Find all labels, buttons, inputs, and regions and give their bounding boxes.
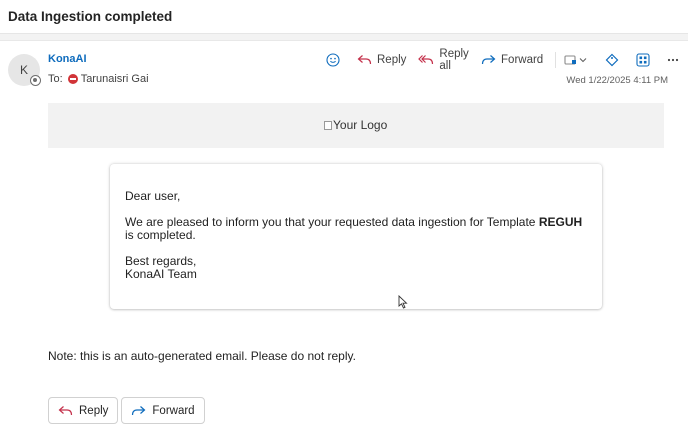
subject-bar: Data Ingestion completed — [0, 0, 688, 34]
message-toolbar: Reply Reply all Forward — [326, 48, 688, 72]
reply-all-label: Reply all — [439, 48, 469, 72]
more-icon — [667, 58, 679, 62]
team-name: KonaAI Team — [125, 267, 197, 281]
reply-all-button[interactable]: Reply all — [418, 48, 469, 72]
body-text-prefix: We are pleased to inform you that your r… — [125, 215, 536, 229]
logo-image: Your Logo — [324, 118, 387, 132]
quick-forward-label: Forward — [152, 404, 195, 417]
apps-button[interactable] — [636, 53, 655, 67]
reply-icon — [357, 54, 372, 66]
tag-button[interactable] — [605, 53, 624, 67]
message-card: Dear user, We are pleased to inform you … — [110, 164, 602, 309]
presence-status-icon — [30, 75, 41, 86]
quick-reply-button[interactable]: Reply — [48, 397, 119, 424]
reply-button[interactable]: Reply — [357, 54, 406, 66]
body-text-suffix: is completed. — [125, 228, 196, 242]
quick-reply-label: Reply — [79, 404, 109, 417]
logo-alt-text: Your Logo — [333, 118, 388, 132]
to-label: To: — [48, 73, 63, 85]
recipient-line: To: Tarunaisri Gai — [48, 73, 149, 85]
reply-icon — [58, 405, 73, 417]
sender-name[interactable]: KonaAI — [48, 53, 87, 65]
emoji-button[interactable] — [326, 53, 345, 67]
signature: Best regards, KonaAI Team — [125, 255, 587, 281]
teams-share-button[interactable] — [564, 54, 593, 66]
broken-image-icon — [324, 120, 332, 130]
quick-actions: Reply Forward — [48, 397, 208, 424]
apps-grid-icon — [636, 53, 650, 67]
recipient-name[interactable]: Tarunaisri Gai — [81, 73, 149, 85]
reply-label: Reply — [377, 54, 407, 66]
forward-label: Forward — [501, 54, 544, 66]
sent-date: Wed 1/22/2025 4:11 PM — [566, 75, 668, 86]
template-name: REGUH — [538, 215, 583, 229]
do-not-disturb-icon — [67, 74, 78, 84]
quick-forward-button[interactable]: Forward — [121, 397, 205, 424]
closing-text: Best regards, — [125, 254, 197, 268]
email-subject: Data Ingestion completed — [8, 9, 173, 24]
toolbar-divider — [555, 52, 556, 68]
teams-share-icon — [564, 54, 588, 66]
emoji-icon — [326, 53, 340, 67]
auto-generated-note: Note: this is an auto-generated email. P… — [48, 349, 356, 363]
body-paragraph: We are pleased to inform you that your r… — [125, 216, 587, 242]
greeting: Dear user, — [125, 189, 181, 203]
forward-icon — [481, 54, 496, 66]
mouse-cursor-icon — [398, 295, 408, 309]
forward-button[interactable]: Forward — [481, 54, 543, 66]
more-actions-button[interactable] — [667, 58, 684, 62]
logo-banner: Your Logo — [48, 103, 664, 148]
reply-all-icon — [418, 54, 434, 66]
message-pane: K KonaAI To: Tarunaisri Gai Reply Reply … — [0, 40, 688, 430]
tag-icon — [605, 53, 619, 67]
forward-icon — [131, 405, 146, 417]
